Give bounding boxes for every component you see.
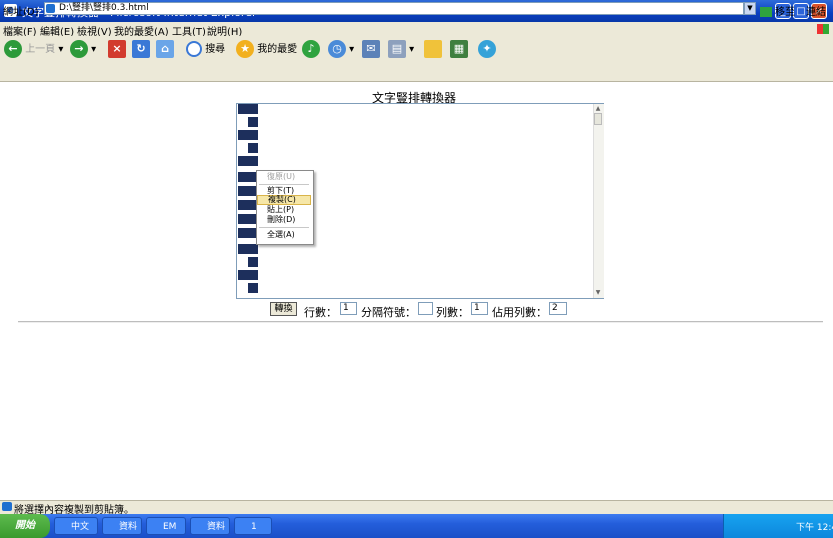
home-icon: ⌂ <box>156 40 174 58</box>
windows-logo-icon <box>817 24 829 34</box>
rows-label: 行數： <box>304 306 337 319</box>
scroll-thumb[interactable] <box>594 113 602 125</box>
taskbar-item[interactable]: 資料 <box>190 517 230 535</box>
menu-item-undo[interactable]: 復原(U) <box>257 172 311 182</box>
address-label: 網址(D) <box>3 7 39 18</box>
separator-label: 分隔符號： <box>361 306 416 319</box>
forward-arrow-icon: → <box>70 40 88 58</box>
stop-icon: × <box>108 40 126 58</box>
toolbar: ← 上一頁 ▾ → ▾ × ↻ ⌂ 搜尋 ★ 我的最愛 ♪ ◷ ▾ ✉ ▤ ▾ … <box>0 36 833 64</box>
links-button[interactable]: 連結 <box>806 3 826 18</box>
vertical-text-cell <box>238 186 258 196</box>
taskbar-item[interactable]: 資料 <box>102 517 142 535</box>
mail-button[interactable]: ✉ <box>362 40 380 60</box>
stop-button[interactable]: × <box>108 40 126 60</box>
vertical-text-cell <box>238 156 258 166</box>
used-cols-input[interactable]: 2 <box>549 302 567 315</box>
vertical-text-cell <box>238 214 258 224</box>
address-bar <box>0 63 833 82</box>
cols-input[interactable]: 1 <box>471 302 488 315</box>
print-icon: ▤ <box>388 40 406 58</box>
security-zone <box>736 501 831 512</box>
go-button[interactable]: 移至 <box>760 3 796 18</box>
vertical-scrollbar[interactable] <box>593 104 604 298</box>
vertical-text-cell <box>238 130 258 140</box>
back-button[interactable]: ← 上一頁 ▾ <box>4 40 63 60</box>
favorites-label: 我的最愛 <box>257 44 298 55</box>
history-icon: ◷ <box>328 40 346 58</box>
menu-item-copy[interactable]: 複製(C) <box>257 195 311 205</box>
vertical-text-cell <box>238 104 258 114</box>
separator-input[interactable] <box>418 302 433 315</box>
mail-icon: ✉ <box>362 40 380 58</box>
convert-button[interactable]: 轉換 <box>270 302 297 316</box>
history-button[interactable]: ◷ ▾ <box>328 40 354 60</box>
forward-button[interactable]: → ▾ <box>70 40 96 60</box>
research-button[interactable]: ▦ <box>450 40 468 60</box>
search-button[interactable]: 搜尋 <box>186 40 225 60</box>
vertical-text-cell <box>238 172 258 182</box>
vertical-text-cell <box>248 117 258 127</box>
vertical-text-cell <box>238 244 258 254</box>
horizontal-rule <box>18 321 823 323</box>
refresh-button[interactable]: ↻ <box>132 40 150 60</box>
cols-label: 列數： <box>436 306 469 319</box>
page-icon <box>46 4 55 13</box>
menu-item-delete[interactable]: 刪除(D) <box>257 215 311 225</box>
go-arrow-icon <box>760 7 772 17</box>
favorites-star-icon: ★ <box>236 40 254 58</box>
vertical-text-cell <box>238 200 258 210</box>
back-arrow-icon: ← <box>4 40 22 58</box>
start-button[interactable]: 開始 <box>0 514 50 538</box>
taskbar-item[interactable]: 中文 <box>54 517 98 535</box>
taskbar-item[interactable]: 1 <box>234 517 272 535</box>
folder-button[interactable] <box>424 40 442 60</box>
media-button[interactable]: ♪ <box>302 40 320 60</box>
rows-input[interactable]: 1 <box>340 302 357 315</box>
vertical-text-cell <box>248 283 258 293</box>
scroll-up-arrow-icon[interactable]: ▲ <box>594 105 602 113</box>
folder-icon <box>424 40 442 58</box>
vertical-text-cell <box>238 228 258 238</box>
address-input[interactable]: D:\豎排\豎排0.3.html <box>44 2 744 15</box>
menu-separator <box>259 227 309 228</box>
back-label: 上一頁 <box>25 44 56 55</box>
vertical-text-cell <box>248 257 258 267</box>
messenger-button[interactable]: ✦ <box>478 40 496 60</box>
address-dropdown-button[interactable]: ▼ <box>744 2 756 15</box>
messenger-icon: ✦ <box>478 40 496 58</box>
search-icon <box>186 41 202 57</box>
clock[interactable]: 下午 12:45 <box>796 520 833 533</box>
menu-separator <box>259 184 309 185</box>
menu-item-paste[interactable]: 貼上(P) <box>257 205 311 215</box>
go-label: 移至 <box>775 7 795 18</box>
favorites-button[interactable]: ★ 我的最愛 <box>236 40 297 60</box>
vertical-text-cell <box>248 143 258 153</box>
status-page-icon <box>2 502 12 511</box>
media-icon: ♪ <box>302 40 320 58</box>
vertical-text-cell <box>238 270 258 280</box>
home-button[interactable]: ⌂ <box>156 40 174 60</box>
research-icon: ▦ <box>450 40 468 58</box>
print-button[interactable]: ▤ ▾ <box>388 40 414 60</box>
scroll-down-arrow-icon[interactable]: ▼ <box>594 289 602 297</box>
menu-bar: 檔案(F) 編輯(E) 檢視(V) 我的最愛(A) 工具(T) 說明(H) <box>0 22 833 38</box>
used-cols-label: 佔用列數： <box>492 306 547 319</box>
menu-item-select-all[interactable]: 全選(A) <box>257 230 311 240</box>
taskbar-item[interactable]: EM <box>146 517 186 535</box>
search-label: 搜尋 <box>205 44 226 55</box>
refresh-icon: ↻ <box>132 40 150 58</box>
